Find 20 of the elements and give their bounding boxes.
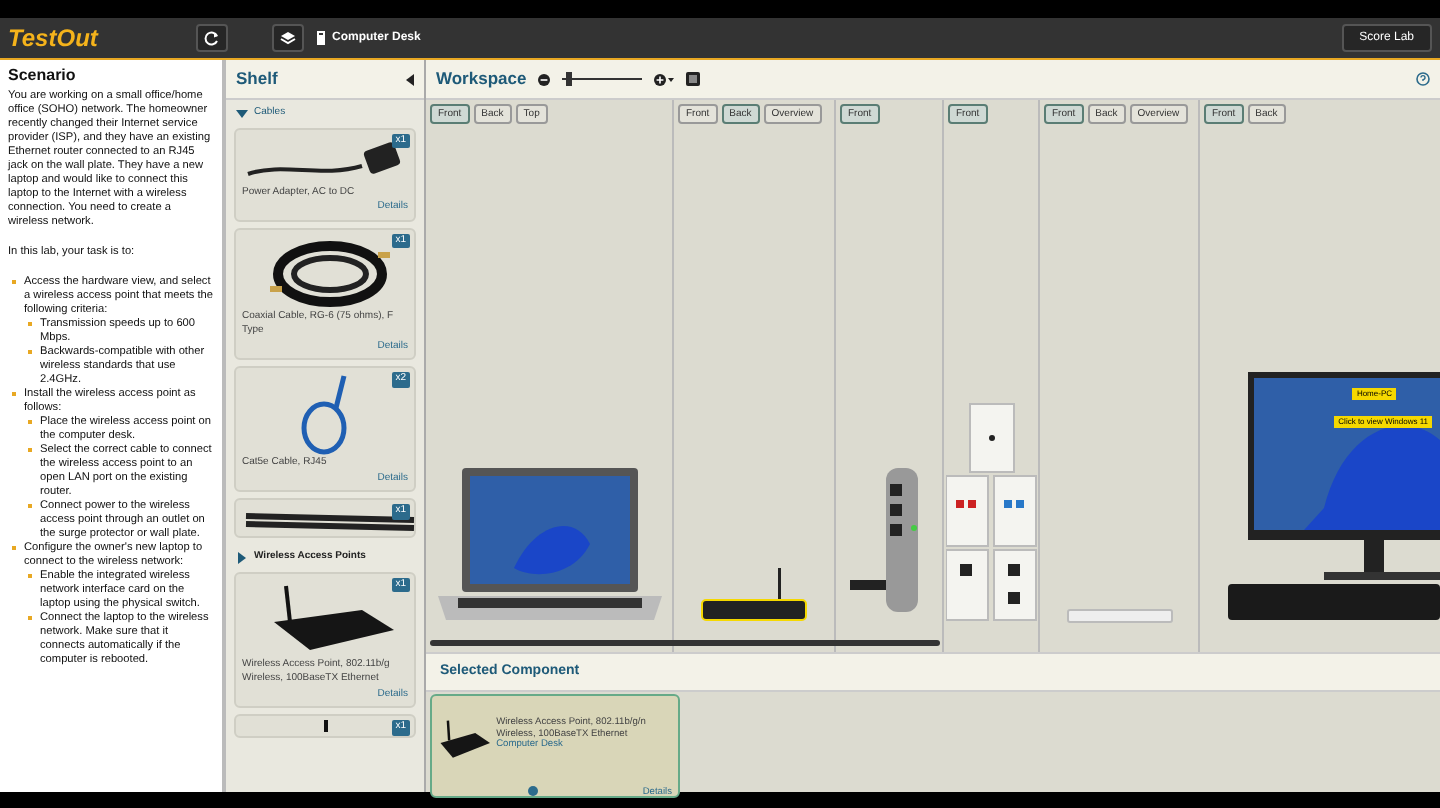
zoom-in-icon [654, 73, 675, 85]
layers-button[interactable] [272, 24, 304, 52]
refresh-button[interactable] [196, 24, 228, 52]
computer-tower-icon [316, 30, 326, 46]
shelf-title: Shelf [236, 66, 278, 92]
help-icon [1416, 72, 1430, 86]
zoom-out-icon [538, 73, 551, 85]
expand-toggle-icon[interactable] [238, 551, 246, 564]
fit-view-icon [686, 72, 701, 86]
info-icon [528, 786, 538, 796]
logo: TestOut [8, 22, 101, 56]
workspace-title: Workspace [436, 66, 527, 92]
expand-toggle-icon[interactable] [236, 109, 248, 118]
access-point-drawing [698, 564, 810, 624]
layers-icon [280, 30, 296, 46]
scenario-title: Scenario [8, 66, 78, 86]
collapse-icon [406, 73, 414, 85]
network-cable-drawing [299, 372, 351, 456]
switch-drawing [1065, 608, 1173, 624]
refresh-icon [204, 30, 220, 46]
